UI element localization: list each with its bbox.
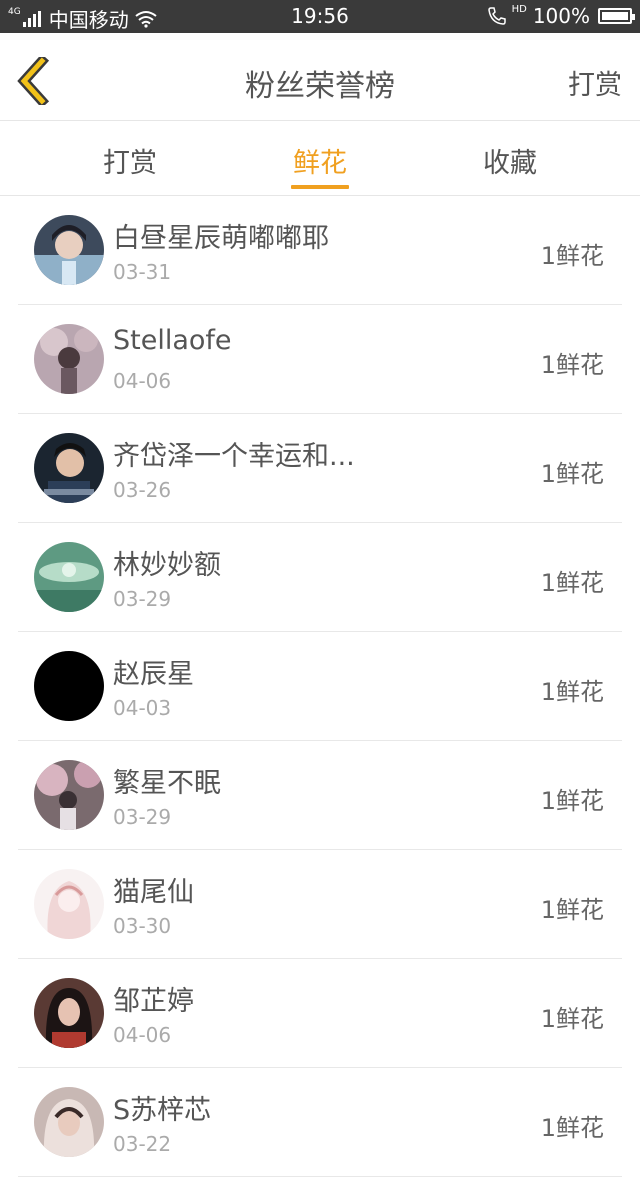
- reward-button[interactable]: 打赏: [568, 63, 622, 102]
- fan-name: 林妙妙额: [113, 550, 221, 581]
- list-item[interactable]: Stellaofe 04-06 1鲜花: [18, 305, 622, 414]
- avatar: [34, 215, 104, 285]
- list-item[interactable]: 赵辰星 04-03 1鲜花: [18, 632, 622, 741]
- tab-bar: 打赏 鲜花 收藏: [0, 121, 640, 196]
- list-item[interactable]: 繁星不眠 03-29 1鲜花: [18, 741, 622, 850]
- avatar: [34, 978, 104, 1048]
- fan-name: Stellaofe: [113, 325, 232, 356]
- fan-date: 03-29: [113, 805, 172, 829]
- fan-date: 04-03: [113, 696, 172, 720]
- fan-date: 03-22: [113, 1132, 172, 1156]
- fan-name: 齐岱泽一个幸运和...: [113, 441, 355, 472]
- hd-label: HD: [511, 3, 527, 15]
- fan-date: 04-06: [113, 369, 172, 393]
- fan-name: 邹芷婷: [113, 986, 194, 1017]
- tab-flowers[interactable]: 鲜花: [260, 141, 380, 180]
- avatar: [34, 760, 104, 830]
- fan-date: 03-31: [113, 260, 172, 284]
- avatar: [34, 651, 104, 721]
- list-item[interactable]: 白昼星辰萌嘟嘟耶 03-31 1鲜花: [18, 196, 622, 305]
- list-item[interactable]: S苏梓芯 03-22 1鲜花: [18, 1068, 622, 1177]
- avatar: [34, 433, 104, 503]
- avatar: [34, 869, 104, 939]
- fan-date: 03-30: [113, 914, 172, 938]
- battery-icon: [598, 8, 635, 24]
- tab-reward[interactable]: 打赏: [70, 141, 190, 180]
- active-tab-indicator: [291, 185, 349, 189]
- tab-collect[interactable]: 收藏: [450, 141, 570, 180]
- gift-count: 1鲜花: [540, 460, 604, 488]
- list-item[interactable]: 邹芷婷 04-06 1鲜花: [18, 959, 622, 1068]
- battery-percent: 100%: [532, 4, 590, 28]
- fan-name: 猫尾仙: [113, 877, 194, 908]
- header: 粉丝荣誉榜 打赏: [0, 33, 640, 121]
- gift-count: 1鲜花: [540, 678, 604, 706]
- gift-count: 1鲜花: [540, 242, 604, 270]
- list-item[interactable]: 猫尾仙 03-30 1鲜花: [18, 850, 622, 959]
- avatar: [34, 542, 104, 612]
- fan-name: 繁星不眠: [113, 768, 221, 799]
- fan-name: 白昼星辰萌嘟嘟耶: [113, 223, 329, 254]
- gift-count: 1鲜花: [540, 896, 604, 924]
- list-item[interactable]: 齐岱泽一个幸运和... 03-26 1鲜花: [18, 414, 622, 523]
- fan-list: 白昼星辰萌嘟嘟耶 03-31 1鲜花 Stellaofe 04-06 1鲜花 齐…: [18, 196, 622, 1177]
- gift-count: 1鲜花: [540, 787, 604, 815]
- fan-date: 04-06: [113, 1023, 172, 1047]
- fan-date: 03-26: [113, 478, 172, 502]
- fan-name: S苏梓芯: [113, 1095, 212, 1126]
- avatar: [34, 1087, 104, 1157]
- gift-count: 1鲜花: [540, 351, 604, 379]
- status-bar: 4G 中国移动 19:56 HD 100%: [0, 0, 640, 33]
- gift-count: 1鲜花: [540, 1005, 604, 1033]
- status-right: HD 100%: [486, 3, 635, 28]
- fan-date: 03-29: [113, 587, 172, 611]
- gift-count: 1鲜花: [540, 569, 604, 597]
- avatar: [34, 324, 104, 394]
- fan-name: 赵辰星: [113, 659, 194, 690]
- list-item[interactable]: 林妙妙额 03-29 1鲜花: [18, 523, 622, 632]
- page-title: 粉丝荣誉榜: [245, 69, 395, 104]
- phone-hd-icon: [487, 7, 506, 25]
